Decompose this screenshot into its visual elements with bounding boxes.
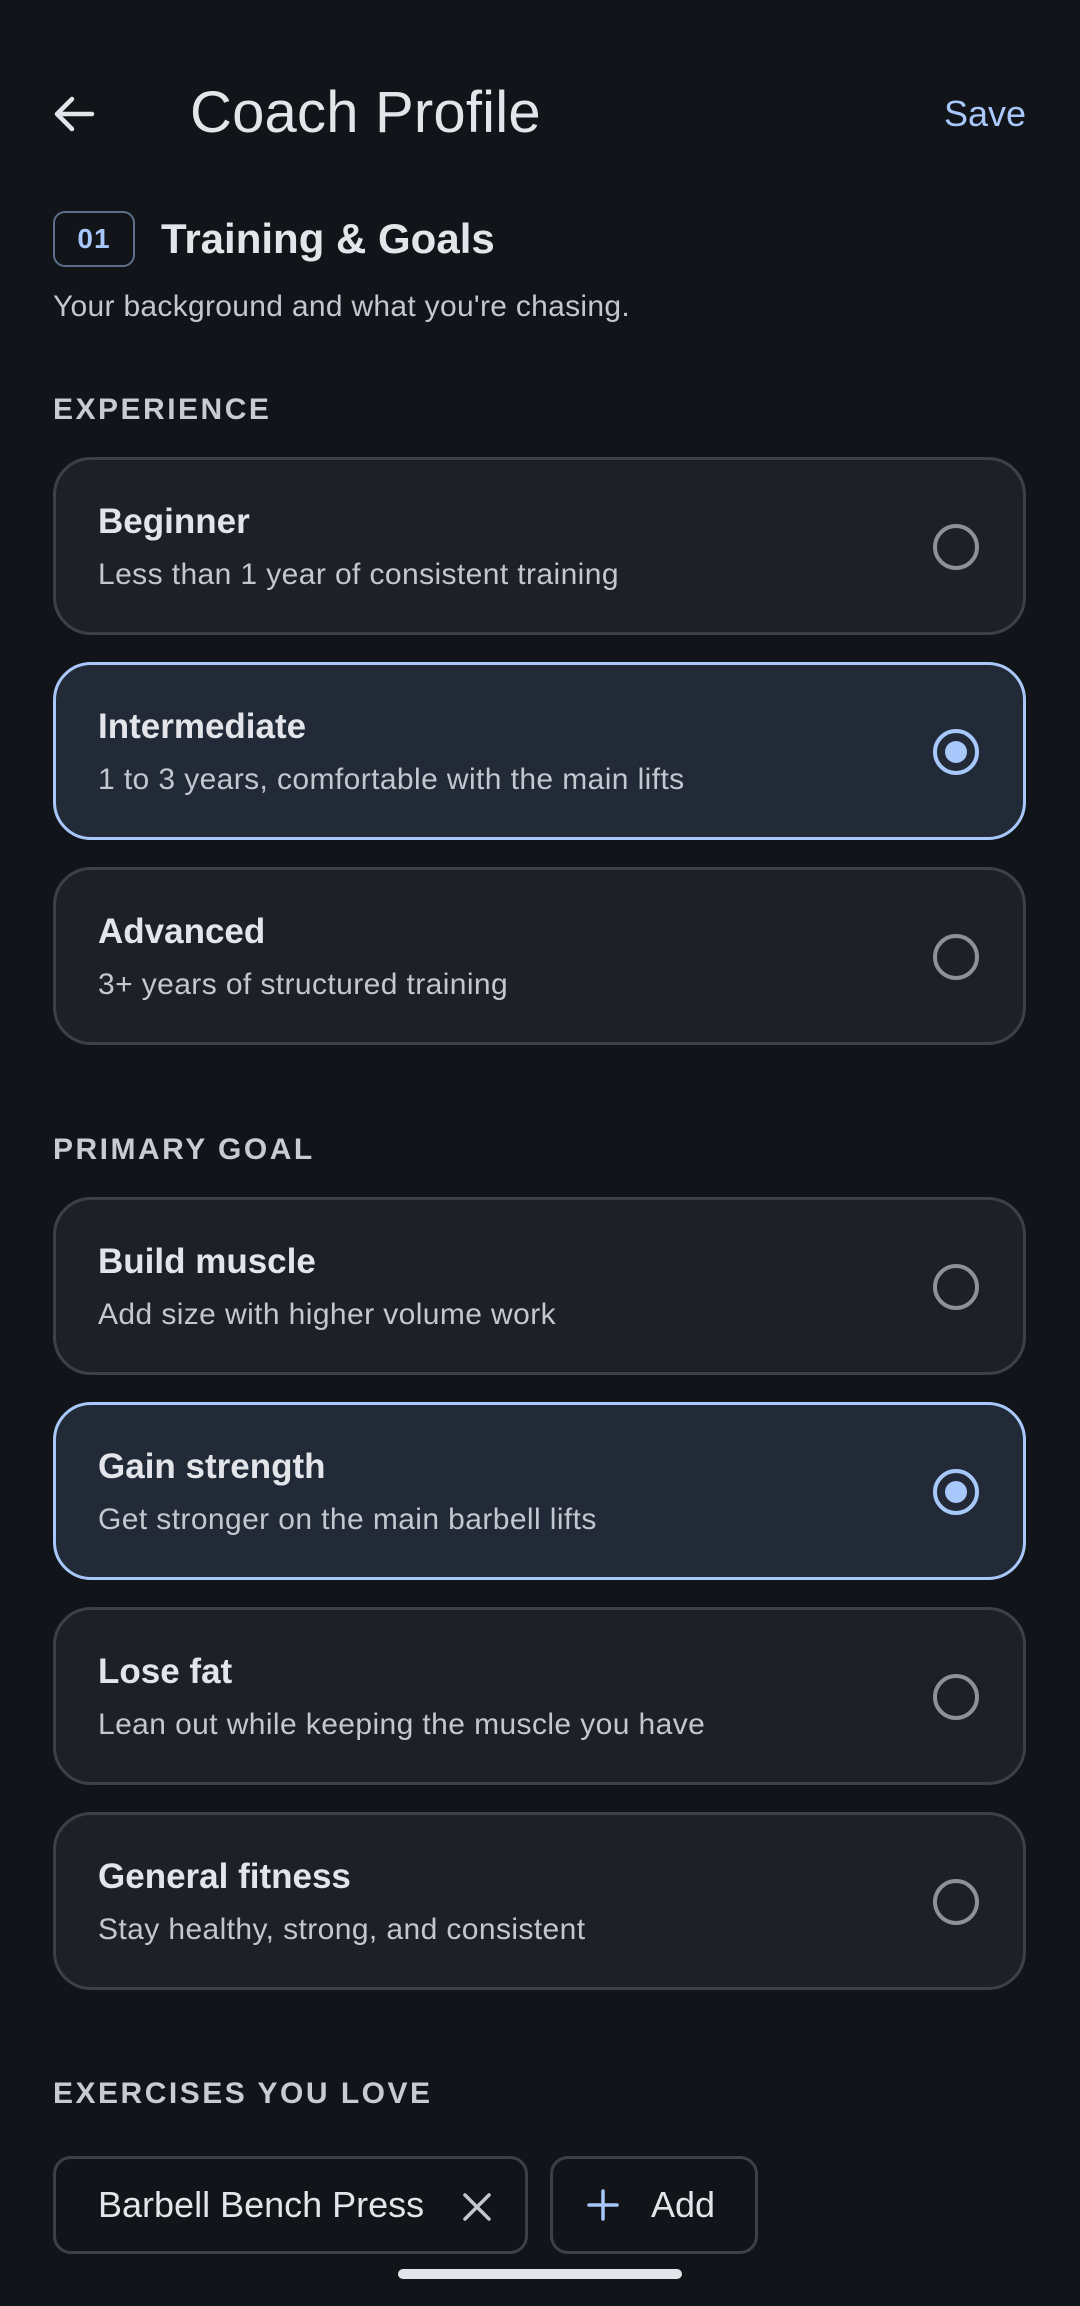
radio-button[interactable] xyxy=(933,1264,979,1310)
add-exercise-button[interactable]: Add xyxy=(550,2156,758,2254)
option-description: Lean out while keeping the muscle you ha… xyxy=(98,1708,706,1741)
radio-dot-icon xyxy=(945,741,967,763)
experience-option-advanced[interactable]: Advanced 3+ years of structured training xyxy=(53,867,1026,1045)
close-icon[interactable] xyxy=(459,2189,495,2225)
exercise-chip[interactable]: Barbell Bench Press xyxy=(53,2156,528,2254)
step-badge: 01 xyxy=(53,211,135,267)
option-title: Beginner xyxy=(98,502,250,541)
option-description: 1 to 3 years, comfortable with the main … xyxy=(98,763,685,796)
option-title: Lose fat xyxy=(98,1652,233,1691)
option-description: 3+ years of structured training xyxy=(98,968,509,1001)
radio-dot-icon xyxy=(945,1481,967,1503)
experience-label: EXPERIENCE xyxy=(53,393,272,426)
chip-label: Barbell Bench Press xyxy=(98,2184,425,2225)
plus-icon xyxy=(587,2189,619,2221)
option-title: General fitness xyxy=(98,1857,351,1896)
option-description: Less than 1 year of consistent training xyxy=(98,558,619,591)
back-button[interactable] xyxy=(44,84,104,144)
radio-button[interactable] xyxy=(933,934,979,980)
option-description: Get stronger on the main barbell lifts xyxy=(98,1503,597,1536)
option-description: Stay healthy, strong, and consistent xyxy=(98,1913,586,1946)
goal-option-gain-strength[interactable]: Gain strength Get stronger on the main b… xyxy=(53,1402,1026,1580)
goal-option-build-muscle[interactable]: Build muscle Add size with higher volume… xyxy=(53,1197,1026,1375)
goal-option-lose-fat[interactable]: Lose fat Lean out while keeping the musc… xyxy=(53,1607,1026,1785)
goal-option-general-fitness[interactable]: General fitness Stay healthy, strong, an… xyxy=(53,1812,1026,1990)
home-indicator[interactable] xyxy=(398,2269,682,2279)
arrow-left-icon xyxy=(54,96,95,132)
option-description: Add size with higher volume work xyxy=(98,1298,556,1331)
section-header: 01 Training & Goals xyxy=(53,211,495,267)
radio-button[interactable] xyxy=(933,1469,979,1515)
section-subtitle: Your background and what you're chasing. xyxy=(53,290,631,323)
experience-option-beginner[interactable]: Beginner Less than 1 year of consistent … xyxy=(53,457,1026,635)
primary-goal-label: PRIMARY GOAL xyxy=(53,1133,315,1166)
radio-button[interactable] xyxy=(933,729,979,775)
favorite-exercises-label: EXERCISES YOU LOVE xyxy=(53,2077,433,2110)
add-label: Add xyxy=(651,2184,716,2225)
radio-button[interactable] xyxy=(933,1879,979,1925)
option-title: Intermediate xyxy=(98,707,307,746)
experience-option-intermediate[interactable]: Intermediate 1 to 3 years, comfortable w… xyxy=(53,662,1026,840)
section-title: Training & Goals xyxy=(161,215,495,262)
option-title: Advanced xyxy=(98,912,266,951)
save-button[interactable]: Save xyxy=(944,92,1026,136)
page-title: Coach Profile xyxy=(190,80,541,145)
top-app-bar: Coach Profile Save xyxy=(0,0,1080,230)
radio-button[interactable] xyxy=(933,524,979,570)
coach-profile-screen: Coach Profile Save 01 Training & Goals Y… xyxy=(0,0,1080,2306)
radio-button[interactable] xyxy=(933,1674,979,1720)
option-title: Gain strength xyxy=(98,1447,326,1486)
option-title: Build muscle xyxy=(98,1242,316,1281)
